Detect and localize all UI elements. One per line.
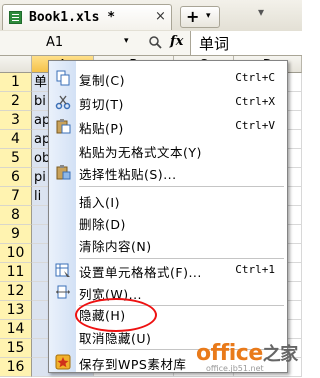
select-all-corner[interactable] [0, 56, 32, 73]
format-cells-icon [55, 262, 71, 278]
menu-item-clear-contents[interactable]: 清除内容(N) [49, 233, 287, 255]
zoom-icon[interactable] [148, 35, 162, 52]
row-header-10[interactable]: 10 [0, 244, 32, 263]
watermark-url: office.jb51.net [206, 364, 264, 373]
name-box[interactable]: A1 ▾ [0, 33, 135, 53]
menu-item-label: 复制(C) [79, 73, 125, 88]
menu-separator [79, 186, 284, 187]
tab-list-icon[interactable]: ▾ [258, 5, 278, 27]
row-header-13[interactable]: 13 [0, 301, 32, 320]
menu-item-cut[interactable]: 剪切(T) Ctrl+X [49, 91, 287, 113]
menu-item-label: 保存到WPS素材库 [79, 357, 187, 372]
menu-item-copy[interactable]: 复制(C) Ctrl+C [49, 67, 287, 89]
formula-bar: A1 ▾ fx 单词 [0, 31, 303, 56]
menu-item-format-cells[interactable]: 设置单元格格式(F)... Ctrl+1 [49, 259, 287, 281]
paste-icon [55, 118, 71, 134]
new-tab-button[interactable]: + ▾ [180, 6, 220, 28]
chevron-down-icon[interactable]: ▾ [206, 11, 211, 21]
row-header-12[interactable]: 12 [0, 282, 32, 301]
spreadsheet-file-icon [9, 11, 22, 24]
row-header-5[interactable]: 5 [0, 149, 32, 168]
menu-item-paste[interactable]: 粘贴(P) Ctrl+V [49, 115, 287, 137]
column-width-icon [55, 284, 71, 300]
menu-item-hide[interactable]: 隐藏(H) [49, 302, 287, 324]
copy-icon [55, 70, 71, 86]
chevron-down-icon[interactable]: ▾ [124, 36, 129, 46]
menu-item-label: 粘贴为无格式文本(Y) [79, 145, 202, 160]
save-library-icon [55, 354, 71, 370]
row-header-6[interactable]: 6 [0, 168, 32, 187]
row-header-4[interactable]: 4 [0, 130, 32, 149]
menu-item-paste-special[interactable]: 选择性粘贴(S)... [49, 161, 287, 183]
row-header-8[interactable]: 8 [0, 206, 32, 225]
menu-item-delete[interactable]: 删除(D) [49, 211, 287, 233]
menu-item-label: 取消隐藏(U) [79, 331, 152, 346]
watermark-brand: office [196, 341, 263, 366]
plus-icon: + [186, 7, 200, 26]
row-header-16[interactable]: 16 [0, 358, 32, 377]
row-header-11[interactable]: 11 [0, 263, 32, 282]
menu-item-shortcut: Ctrl+1 [235, 263, 275, 276]
tab-title: Book1.xls * [29, 10, 116, 25]
menu-item-label: 列宽(W)... [79, 287, 143, 302]
tab-book1[interactable]: Book1.xls * × [2, 4, 172, 30]
row-header-14[interactable]: 14 [0, 320, 32, 339]
menu-item-label: 粘贴(P) [79, 121, 124, 136]
menu-item-shortcut: Ctrl+X [235, 95, 275, 108]
row-header-15[interactable]: 15 [0, 339, 32, 358]
function-icon[interactable]: fx [170, 34, 183, 49]
formula-input[interactable]: 单词 [190, 31, 303, 55]
menu-item-shortcut: Ctrl+C [235, 71, 275, 84]
row-header-2[interactable]: 2 [0, 92, 32, 111]
watermark-logo: office之家 [196, 340, 298, 366]
paste-special-icon [55, 164, 71, 180]
menu-item-shortcut: Ctrl+V [235, 119, 275, 132]
close-tab-icon[interactable]: × [155, 9, 166, 24]
menu-item-insert[interactable]: 插入(I) [49, 189, 287, 211]
row-header-1[interactable]: 1 [0, 73, 32, 92]
menu-item-label: 删除(D) [79, 217, 126, 232]
tab-bar: Book1.xls * × + ▾ ▾ [0, 0, 302, 32]
row-header-9[interactable]: 9 [0, 225, 32, 244]
row-header-3[interactable]: 3 [0, 111, 32, 130]
context-menu: 复制(C) Ctrl+C 剪切(T) Ctrl+X 粘贴(P) Ctrl+V 粘… [48, 60, 288, 373]
formula-content: 单词 [199, 35, 230, 53]
menu-item-label: 设置单元格格式(F)... [79, 265, 202, 280]
row-header-7[interactable]: 7 [0, 187, 32, 206]
menu-item-label: 清除内容(N) [79, 239, 152, 254]
cell-reference: A1 [46, 35, 64, 50]
menu-item-label: 剪切(T) [79, 97, 124, 112]
menu-item-column-width[interactable]: 列宽(W)... [49, 281, 287, 303]
menu-item-label: 选择性粘贴(S)... [79, 167, 177, 182]
menu-item-label: 插入(I) [79, 195, 120, 210]
menu-item-label: 隐藏(H) [79, 308, 126, 323]
watermark-zh: 之家 [262, 344, 299, 365]
cut-icon [55, 94, 71, 110]
menu-item-paste-plain[interactable]: 粘贴为无格式文本(Y) [49, 139, 287, 161]
